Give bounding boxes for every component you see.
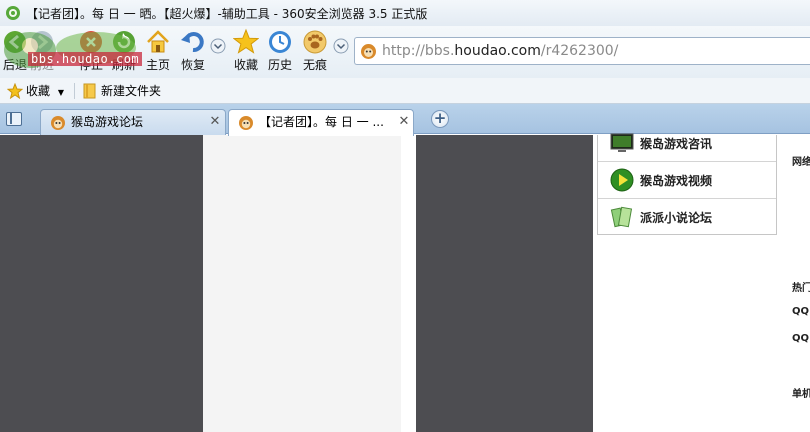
- page-content: 猴岛游戏咨讯 猴岛游戏视频 派派小说论坛 网络 热门 QQ QQ 单机: [0, 133, 810, 432]
- game-links-box: 猴岛游戏咨讯 猴岛游戏视频 派派小说论坛: [597, 133, 777, 236]
- tab-houdao-forum[interactable]: 猴岛游戏论坛 ✕: [40, 109, 226, 135]
- site-favicon-icon: [361, 44, 376, 59]
- game-link-label: 猴岛游戏视频: [640, 174, 713, 188]
- home-label: 主页: [145, 58, 170, 72]
- tab-close-icon[interactable]: ✕: [208, 115, 222, 129]
- monitor-icon: [610, 133, 634, 152]
- tab-reporter-group[interactable]: 【记者团】。每 日 一 ... ✕: [228, 109, 414, 136]
- side-label: 热门: [792, 283, 810, 294]
- side-label: QQ: [792, 306, 810, 317]
- new-tab-button[interactable]: +: [431, 110, 449, 128]
- side-label: 单机: [792, 389, 810, 400]
- url-text[interactable]: http://bbs.houdao.com/r4262300/: [382, 43, 618, 59]
- restore-dropdown-icon[interactable]: [210, 38, 226, 54]
- address-bar[interactable]: http://bbs.houdao.com/r4262300/: [354, 37, 810, 65]
- window-title: 【记者团】。每 日 一 晒。【超火爆】-辅助工具 - 360安全浏览器 3.5 …: [26, 7, 428, 21]
- history-label: 历史: [267, 58, 292, 72]
- dark-background-panel: [416, 135, 593, 432]
- folder-icon: [83, 83, 96, 99]
- favorites-button[interactable]: 收藏: [232, 28, 260, 76]
- favorites-separator: [74, 83, 75, 99]
- url-prefix: http://bbs.: [382, 43, 455, 59]
- game-link-label: 派派小说论坛: [640, 211, 713, 225]
- private-label: 无痕: [302, 58, 327, 72]
- favorites-bar: 收藏 ▼ 新建文件夹: [0, 78, 810, 104]
- back-label: 后退: [2, 58, 27, 72]
- tab-label: 【记者团】。每 日 一 ...: [259, 115, 384, 129]
- new-folder-label: 新建文件夹: [101, 84, 162, 98]
- light-background-panel: [203, 135, 401, 432]
- gap-panel: [401, 135, 416, 432]
- dark-background-panel: [0, 135, 203, 432]
- tab-close-icon[interactable]: ✕: [397, 115, 411, 129]
- favorites-menu-label: 收藏: [26, 84, 51, 98]
- side-label: 网络: [792, 157, 810, 168]
- star-icon: [233, 28, 259, 54]
- monkey-favicon-icon: [239, 116, 253, 130]
- favorites-menu[interactable]: 收藏 ▼: [6, 82, 64, 100]
- private-dropdown-icon[interactable]: [333, 38, 349, 54]
- favorites-star-icon: [6, 82, 24, 100]
- url-path: /r4262300/: [540, 43, 619, 59]
- game-link-label: 猴岛游戏咨讯: [640, 137, 713, 151]
- favorites-label: 收藏: [233, 58, 258, 72]
- game-link-videos[interactable]: 猴岛游戏视频: [598, 162, 776, 199]
- watermark-text: bbs.houdao.com: [28, 52, 143, 66]
- monkey-favicon-icon: [51, 116, 65, 130]
- home-button[interactable]: 主页: [144, 28, 172, 76]
- home-icon: [147, 30, 169, 53]
- tab-label: 猴岛游戏论坛: [71, 115, 144, 129]
- play-icon: [610, 168, 634, 192]
- url-domain: houdao.com: [454, 43, 541, 59]
- favorites-menu-arrow-icon: ▼: [57, 88, 64, 97]
- back-button[interactable]: 后退: [2, 28, 28, 76]
- private-mode-button[interactable]: 无痕: [301, 28, 329, 76]
- title-bar: 【记者团】。每 日 一 晒。【超火爆】-辅助工具 - 360安全浏览器 3.5 …: [0, 0, 810, 26]
- game-link-novels[interactable]: 派派小说论坛: [598, 199, 776, 236]
- game-link-news[interactable]: 猴岛游戏咨讯: [598, 125, 776, 162]
- side-label: QQ: [792, 333, 810, 344]
- restore-label: 恢复: [180, 58, 205, 72]
- new-folder-button[interactable]: 新建文件夹: [82, 83, 161, 99]
- books-icon: [610, 206, 633, 228]
- history-button[interactable]: 历史: [266, 28, 294, 76]
- back-arrow-icon: [4, 31, 26, 53]
- browser-logo-icon: [6, 6, 20, 20]
- restore-button[interactable]: 恢复: [178, 28, 208, 76]
- paw-icon: [303, 30, 327, 54]
- undo-icon: [181, 32, 204, 53]
- clock-icon: [269, 31, 291, 53]
- tab-list-icon[interactable]: [6, 112, 22, 126]
